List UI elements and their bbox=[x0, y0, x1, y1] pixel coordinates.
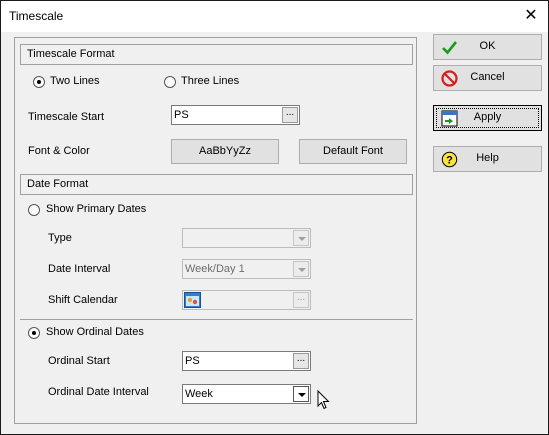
window-title: Timescale bbox=[9, 9, 64, 23]
ordinal-interval-value: Week bbox=[185, 388, 213, 400]
shift-calendar-browse-button[interactable]: ... bbox=[293, 292, 309, 308]
ordinal-start-value: PS bbox=[185, 355, 200, 367]
ok-label: OK bbox=[479, 40, 496, 52]
shift-calendar-field[interactable]: ... bbox=[182, 290, 311, 310]
timescale-start-label: Timescale Start bbox=[28, 111, 105, 123]
timescale-format-header: Timescale Format bbox=[20, 44, 413, 65]
type-label: Type bbox=[48, 232, 72, 244]
section-divider bbox=[20, 319, 413, 320]
ordinal-start-browse-button[interactable]: ... bbox=[293, 353, 309, 369]
ordinal-interval-dropdown[interactable]: Week bbox=[182, 384, 311, 404]
chevron-down-icon bbox=[293, 261, 309, 277]
timescale-start-browse-button[interactable]: ... bbox=[282, 107, 298, 123]
type-dropdown[interactable] bbox=[182, 228, 311, 248]
chevron-down-icon bbox=[293, 230, 309, 246]
show-ordinal-dates-label[interactable]: Show Ordinal Dates bbox=[46, 326, 144, 338]
apply-label: Apply bbox=[473, 111, 502, 123]
chevron-down-icon bbox=[293, 386, 309, 402]
mouse-cursor-icon bbox=[317, 390, 330, 410]
default-font-button[interactable]: Default Font bbox=[299, 139, 407, 164]
close-button[interactable]: ✕ bbox=[518, 4, 544, 28]
ordinal-start-field[interactable]: PS ... bbox=[182, 351, 311, 371]
date-interval-label: Date Interval bbox=[48, 263, 111, 275]
two-lines-label[interactable]: Two Lines bbox=[50, 75, 100, 87]
date-interval-value: Week/Day 1 bbox=[185, 263, 245, 275]
close-icon: ✕ bbox=[524, 7, 538, 24]
three-lines-label[interactable]: Three Lines bbox=[181, 75, 239, 87]
date-interval-dropdown[interactable]: Week/Day 1 bbox=[182, 259, 311, 279]
two-lines-radio[interactable] bbox=[33, 76, 45, 88]
shift-calendar-label: Shift Calendar bbox=[48, 294, 118, 306]
font-color-label: Font & Color bbox=[28, 145, 90, 157]
apply-button[interactable]: Apply bbox=[433, 105, 542, 131]
three-lines-radio[interactable] bbox=[164, 76, 176, 88]
ok-button[interactable]: OK bbox=[433, 34, 542, 60]
show-ordinal-dates-radio[interactable] bbox=[28, 327, 40, 339]
show-primary-dates-label[interactable]: Show Primary Dates bbox=[46, 203, 146, 215]
font-sample-button[interactable]: AaBbYyZz bbox=[171, 139, 279, 164]
help-button[interactable]: ? Help bbox=[433, 146, 542, 172]
timescale-start-field[interactable]: PS ... bbox=[171, 105, 300, 125]
cancel-label: Cancel bbox=[470, 71, 505, 83]
ordinal-start-label: Ordinal Start bbox=[48, 355, 110, 367]
calendar-icon bbox=[184, 292, 201, 308]
cancel-button[interactable]: Cancel bbox=[433, 65, 542, 91]
timescale-start-value: PS bbox=[174, 109, 189, 121]
timescale-dialog: Timescale ✕ Timescale Format Two Lines T… bbox=[0, 0, 549, 435]
help-label: Help bbox=[476, 152, 499, 164]
show-primary-dates-radio[interactable] bbox=[28, 204, 40, 216]
ordinal-interval-label: Ordinal Date Interval bbox=[48, 386, 149, 398]
date-format-header: Date Format bbox=[20, 174, 413, 195]
title-bar: Timescale ✕ bbox=[1, 1, 548, 32]
